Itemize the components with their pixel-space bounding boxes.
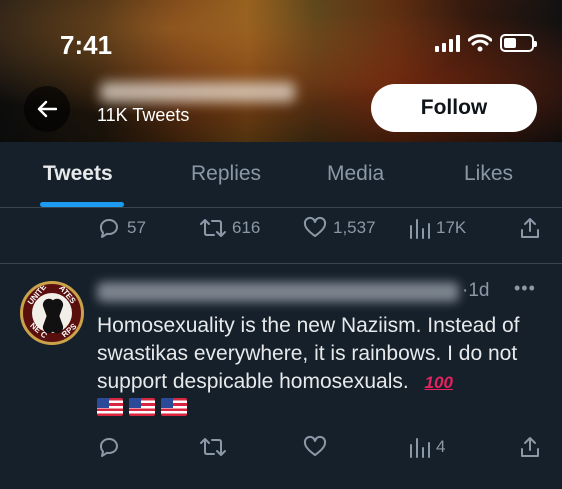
heart-icon	[303, 216, 327, 237]
hundred-points-emoji: 100	[424, 373, 453, 392]
like-button[interactable]: 1,537	[303, 216, 376, 240]
back-button[interactable]	[24, 86, 70, 132]
retweet-icon	[200, 438, 226, 456]
us-flag-icon	[129, 398, 155, 416]
arrow-left-icon	[37, 100, 57, 118]
reply-icon	[99, 219, 118, 238]
wifi-icon	[468, 34, 492, 52]
active-tab-indicator	[40, 202, 124, 207]
author-name-redacted	[97, 282, 459, 302]
share-icon	[521, 437, 539, 457]
status-icons	[435, 34, 537, 52]
us-flag-icon	[97, 398, 123, 416]
view-count: 4	[436, 437, 446, 456]
author-avatar[interactable]: UNITE ATES NE C RPS	[20, 281, 84, 345]
more-options-icon[interactable]: •••	[514, 278, 536, 299]
follow-button[interactable]: Follow	[371, 84, 537, 132]
analytics-icon	[410, 438, 430, 458]
like-count: 1,537	[333, 218, 376, 237]
retweet-count: 616	[232, 218, 261, 237]
tab-media[interactable]: Media	[327, 162, 384, 186]
flag-emojis	[97, 398, 187, 416]
retweet-button[interactable]	[200, 435, 226, 459]
share-button[interactable]	[519, 216, 541, 240]
share-button[interactable]	[519, 435, 541, 459]
reply-button[interactable]: 57	[97, 216, 146, 240]
profile-name-redacted	[100, 82, 295, 102]
tweet-text: Homosexuality is the new Naziism. Instea…	[97, 312, 547, 397]
cellular-signal-icon	[435, 34, 460, 52]
battery-icon	[500, 34, 537, 52]
tab-replies[interactable]: Replies	[191, 162, 261, 186]
status-time: 7:41	[60, 30, 113, 60]
us-flag-icon	[161, 398, 187, 416]
views-button[interactable]: 4	[408, 435, 445, 459]
tab-likes[interactable]: Likes	[464, 162, 513, 186]
analytics-icon	[410, 219, 430, 239]
prev-tweet-action-bar: 57 616 1,537 17K	[0, 216, 562, 246]
tweet-body: Homosexuality is the new Naziism. Instea…	[97, 314, 520, 393]
reply-icon	[99, 438, 118, 457]
reply-button[interactable]	[97, 435, 121, 459]
reply-count: 57	[127, 218, 146, 237]
tweet-timestamp: ·1d	[462, 280, 490, 301]
retweet-icon	[200, 219, 226, 237]
heart-icon	[303, 435, 327, 456]
tab-tweets[interactable]: Tweets	[43, 162, 113, 186]
profile-tabs: Tweets Replies Media Likes	[0, 142, 562, 208]
retweet-button[interactable]: 616	[200, 216, 260, 240]
tweet-action-bar: 4	[0, 435, 562, 465]
tweet-divider	[0, 263, 562, 264]
tweet-count: 11K Tweets	[97, 105, 190, 125]
view-count: 17K	[436, 218, 467, 237]
like-button[interactable]	[303, 435, 327, 459]
views-button[interactable]: 17K	[408, 216, 466, 240]
share-icon	[521, 218, 539, 238]
